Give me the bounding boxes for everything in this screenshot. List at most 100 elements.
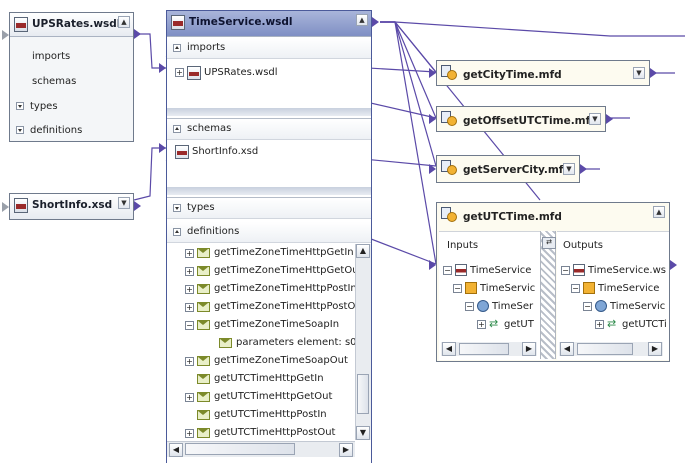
- definition-item[interactable]: + getTimeZoneTimeHttpPostIn: [167, 280, 355, 298]
- output-port-icon[interactable]: [606, 114, 613, 124]
- scroll-up-icon[interactable]: ▲: [356, 244, 370, 258]
- definition-item[interactable]: + getTimeZoneTimeHttpGetOut: [167, 262, 355, 280]
- section-splitter[interactable]: [167, 108, 371, 116]
- input-port-icon[interactable]: [2, 202, 9, 212]
- definition-item[interactable]: + getTimeZoneTimeSoapOut: [167, 352, 355, 370]
- dropdown-icon[interactable]: ▼: [633, 67, 645, 79]
- expand-plus-icon[interactable]: +: [185, 357, 194, 366]
- scroll-down-icon[interactable]: ▼: [356, 426, 370, 440]
- expand-plus-icon[interactable]: +: [185, 393, 194, 402]
- schemas-item[interactable]: ShortInfo.xsd: [167, 141, 371, 163]
- scroll-thumb[interactable]: [357, 374, 369, 414]
- collapse-minus-icon[interactable]: −: [185, 321, 194, 330]
- expand-plus-icon[interactable]: +: [175, 68, 184, 77]
- collapse-caret-icon[interactable]: [173, 125, 181, 133]
- input-port-icon[interactable]: [429, 164, 436, 174]
- mfd-getcitytime[interactable]: getCityTime.mfd ▼: [436, 60, 650, 86]
- output-port-icon[interactable]: [372, 17, 379, 27]
- definition-item[interactable]: − getTimeZoneTimeSoapIn: [167, 316, 355, 334]
- collapse-minus-icon[interactable]: −: [465, 302, 474, 311]
- dropdown-icon[interactable]: ▼: [563, 163, 575, 175]
- output-port-icon[interactable]: [134, 201, 141, 211]
- input-port-icon[interactable]: [159, 63, 166, 73]
- definition-item[interactable]: getUTCTimeHttpGetIn: [167, 370, 355, 388]
- upsrates-wsdl-component[interactable]: UPSRates.wsdl ▲ imports schemas types de…: [9, 12, 134, 142]
- definition-item[interactable]: + getUTCTimeHttpGetOut: [167, 388, 355, 406]
- scroll-thumb[interactable]: [577, 343, 633, 355]
- imports-header[interactable]: imports: [167, 38, 371, 59]
- definition-item[interactable]: getUTCTimeHttpPostIn: [167, 406, 355, 424]
- swap-icon[interactable]: ⇄: [542, 237, 556, 249]
- ups-item-types[interactable]: types: [10, 96, 133, 118]
- vertical-scrollbar[interactable]: ▲ ▼: [355, 244, 371, 440]
- definitions-header[interactable]: definitions: [167, 222, 371, 243]
- collapse-up-icon[interactable]: ▲: [356, 14, 368, 26]
- tree-node[interactable]: − TimeServic: [557, 298, 669, 316]
- scroll-left-icon[interactable]: ◀: [560, 342, 574, 356]
- collapse-minus-icon[interactable]: −: [561, 266, 570, 275]
- collapse-minus-icon[interactable]: −: [571, 284, 580, 293]
- timeservice-header[interactable]: TimeService.wsdl ▲: [167, 11, 371, 37]
- output-port-icon[interactable]: [650, 68, 657, 78]
- schemas-header[interactable]: schemas: [167, 119, 371, 140]
- dropdown-icon[interactable]: ▼: [118, 197, 130, 209]
- timeservice-wsdl-component[interactable]: TimeService.wsdl ▲ imports + UPSRates.ws…: [166, 10, 372, 463]
- expand-plus-icon[interactable]: +: [185, 429, 194, 438]
- expand-caret-icon[interactable]: [16, 126, 24, 134]
- expand-caret-icon[interactable]: [16, 102, 24, 110]
- scroll-right-icon[interactable]: ▶: [648, 342, 662, 356]
- scroll-right-icon[interactable]: ▶: [339, 443, 353, 457]
- expand-plus-icon[interactable]: +: [477, 320, 486, 329]
- input-port-icon[interactable]: [2, 30, 9, 40]
- tree-node[interactable]: + ⇄ getUTCTi: [557, 316, 669, 332]
- imports-item[interactable]: + UPSRates.wsdl: [167, 62, 371, 84]
- expand-caret-icon[interactable]: [173, 204, 181, 212]
- tree-node[interactable]: − TimeService: [557, 280, 669, 298]
- horizontal-scrollbar[interactable]: ◀ ▶: [441, 342, 537, 356]
- expand-plus-icon[interactable]: +: [185, 303, 194, 312]
- mfd-getoffsetutctime[interactable]: getOffsetUTCTime.mfd ▼: [436, 106, 606, 132]
- output-port-icon[interactable]: [134, 29, 141, 39]
- input-port-icon[interactable]: [159, 143, 166, 153]
- dropdown-icon[interactable]: ▼: [589, 113, 601, 125]
- input-port-icon[interactable]: [429, 68, 436, 78]
- expand-plus-icon[interactable]: +: [185, 267, 194, 276]
- expand-plus-icon[interactable]: +: [185, 285, 194, 294]
- definition-item[interactable]: parameters element: s0:ge: [167, 334, 355, 352]
- input-port-icon[interactable]: [429, 114, 436, 124]
- horizontal-scrollbar[interactable]: ◀ ▶: [167, 441, 355, 457]
- shortinfo-header[interactable]: ShortInfo.xsd ▼: [10, 194, 133, 219]
- scroll-right-icon[interactable]: ▶: [522, 342, 536, 356]
- scroll-thumb[interactable]: [459, 343, 509, 355]
- definition-item[interactable]: + getTimeZoneTimeHttpPostOut: [167, 298, 355, 316]
- upsrates-header[interactable]: UPSRates.wsdl ▲: [10, 13, 133, 37]
- collapse-minus-icon[interactable]: −: [453, 284, 462, 293]
- scroll-thumb[interactable]: [185, 443, 295, 455]
- collapse-caret-icon[interactable]: [173, 228, 181, 236]
- collapse-minus-icon[interactable]: −: [443, 266, 452, 275]
- tree-node[interactable]: − TimeService.ws: [557, 262, 669, 280]
- input-port-icon[interactable]: [429, 260, 436, 270]
- mfd-getutctime[interactable]: getUTCTime.mfd ▲ Inputs − TimeService − Tim…: [436, 202, 670, 362]
- tree-node[interactable]: − TimeServic: [439, 280, 539, 298]
- collapse-up-icon[interactable]: ▲: [118, 16, 130, 28]
- collapse-caret-icon[interactable]: [173, 44, 181, 52]
- expand-plus-icon[interactable]: +: [185, 249, 194, 258]
- output-port-icon[interactable]: [580, 164, 587, 174]
- ups-item-imports[interactable]: imports: [10, 46, 133, 68]
- types-header[interactable]: types: [167, 198, 371, 219]
- expand-plus-icon[interactable]: +: [595, 320, 604, 329]
- definition-item[interactable]: + getUTCTimeHttpPostOut: [167, 424, 355, 440]
- ups-item-definitions[interactable]: definitions: [10, 120, 133, 142]
- definition-item[interactable]: + getTimeZoneTimeHttpGetIn: [167, 244, 355, 262]
- horizontal-scrollbar[interactable]: ◀ ▶: [559, 342, 663, 356]
- section-splitter[interactable]: [167, 187, 371, 195]
- output-port-icon[interactable]: [670, 260, 677, 270]
- collapse-minus-icon[interactable]: −: [583, 302, 592, 311]
- ups-item-schemas[interactable]: schemas: [10, 71, 133, 93]
- collapse-up-icon[interactable]: ▲: [653, 206, 665, 218]
- tree-node[interactable]: − TimeService: [439, 262, 539, 280]
- mfd-getservercity[interactable]: getServerCity.mfd ▼: [436, 155, 580, 183]
- mapping-splitter[interactable]: ⇄: [540, 231, 556, 359]
- scroll-left-icon[interactable]: ◀: [442, 342, 456, 356]
